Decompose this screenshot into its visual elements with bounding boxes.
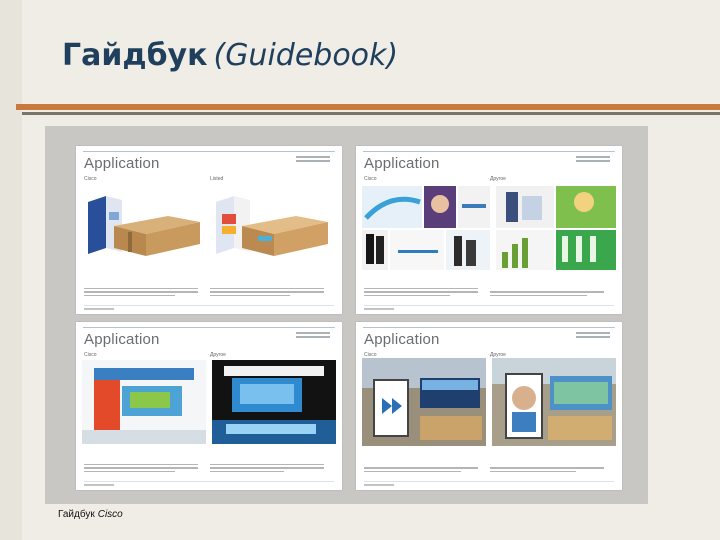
guidebook-page-outdoor: Application Cisco Другое bbox=[356, 322, 622, 490]
page-footer-text bbox=[364, 308, 394, 310]
page-meta bbox=[296, 156, 330, 164]
title-english: (Guidebook) bbox=[213, 38, 399, 73]
page-caption-right: Другое bbox=[210, 352, 226, 358]
footer-label: Гайдбук bbox=[58, 509, 95, 520]
page-text-left bbox=[84, 287, 198, 299]
page-heading: Application bbox=[364, 155, 440, 172]
footer-brand: Cisco bbox=[97, 509, 123, 520]
page-text-right bbox=[210, 463, 324, 475]
guidebook-page-booths: Application Cisco Другое bbox=[76, 322, 342, 490]
guidebook-image: Application Cisco Listed Application Cis… bbox=[45, 126, 648, 504]
page-footer-text bbox=[84, 484, 114, 486]
page-meta bbox=[296, 332, 330, 340]
page-heading: Application bbox=[84, 331, 160, 348]
title-russian: Гайдбук bbox=[62, 38, 208, 73]
page-footer-text bbox=[84, 308, 114, 310]
collage-illustration bbox=[362, 186, 616, 270]
guidebook-page-collage: Application Cisco Другое bbox=[356, 146, 622, 314]
page-footer-line bbox=[84, 305, 334, 306]
guidebook-page-packaging: Application Cisco Listed bbox=[76, 146, 342, 314]
page-text-right bbox=[490, 467, 604, 474]
page-text-left bbox=[84, 463, 198, 475]
page-text-right bbox=[210, 287, 324, 299]
outdoor-illustration bbox=[362, 358, 616, 446]
title-rule-dark bbox=[22, 112, 720, 115]
page-footer-line bbox=[364, 481, 614, 482]
slide-footer: Гайдбук Cisco bbox=[58, 509, 123, 520]
title-rule-orange bbox=[22, 104, 720, 110]
page-top-line bbox=[363, 151, 615, 152]
page-footer-text bbox=[364, 484, 394, 486]
page-top-line bbox=[83, 151, 335, 152]
page-top-line bbox=[363, 327, 615, 328]
booths-illustration bbox=[82, 360, 336, 444]
page-footer-line bbox=[364, 305, 614, 306]
slide-title: Гайдбук (Guidebook) bbox=[62, 38, 398, 73]
page-text-right bbox=[490, 291, 604, 298]
page-text-left bbox=[364, 467, 478, 474]
page-top-line bbox=[83, 327, 335, 328]
page-caption-left: Cisco bbox=[84, 352, 97, 358]
page-footer-line bbox=[84, 481, 334, 482]
page-heading: Application bbox=[364, 331, 440, 348]
left-margin-bar bbox=[0, 0, 22, 540]
page-meta bbox=[576, 332, 610, 340]
page-text-left bbox=[364, 287, 478, 299]
page-meta bbox=[576, 156, 610, 164]
packaging-illustration bbox=[88, 196, 328, 256]
page-heading: Application bbox=[84, 155, 160, 172]
